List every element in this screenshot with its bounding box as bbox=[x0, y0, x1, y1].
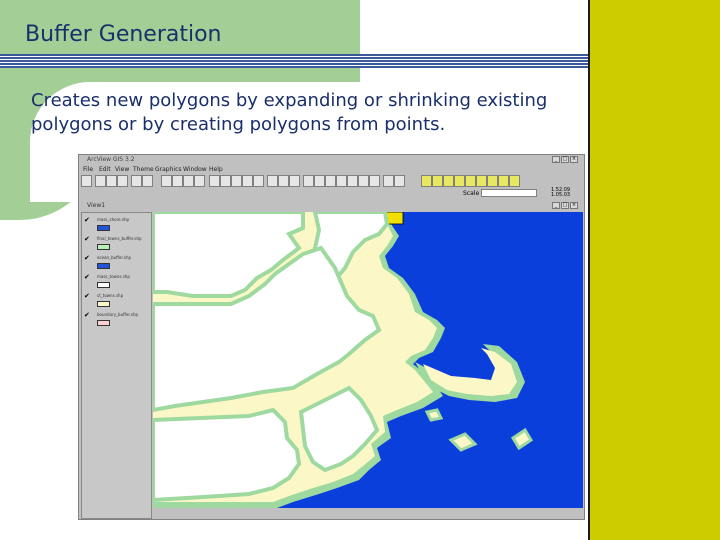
checkmark-icon[interactable]: ✔ bbox=[84, 235, 90, 243]
view-title: View1 bbox=[87, 202, 106, 209]
tool-ext-1-icon[interactable] bbox=[421, 175, 432, 187]
title-rule bbox=[0, 54, 588, 68]
view-titlebar: View1 _ □ × bbox=[79, 201, 584, 210]
tool-zoom-full-icon[interactable] bbox=[231, 175, 242, 187]
legend-swatch bbox=[97, 301, 110, 307]
tool-pan-icon[interactable] bbox=[325, 175, 336, 187]
tool-zoom-selected-icon[interactable] bbox=[253, 175, 264, 187]
checkmark-icon[interactable]: ✔ bbox=[84, 254, 90, 262]
tool-legend-icon[interactable] bbox=[117, 175, 128, 187]
legend-name: boundary_buffer.shp bbox=[97, 312, 139, 317]
tool-vertex-icon[interactable] bbox=[314, 175, 325, 187]
legend-swatch bbox=[97, 263, 110, 269]
menu-help[interactable]: Help bbox=[209, 166, 223, 173]
menu-graphics[interactable]: Graphics bbox=[155, 166, 182, 173]
minimize-icon[interactable]: _ bbox=[552, 156, 560, 163]
view-close-icon[interactable]: × bbox=[570, 202, 578, 209]
coord-y: 1.05.03 bbox=[551, 192, 571, 198]
tool-zoom-out-icon[interactable] bbox=[278, 175, 289, 187]
status-bar bbox=[153, 509, 583, 519]
tool-locate-icon[interactable] bbox=[194, 175, 205, 187]
decor-yellow-sidebar bbox=[588, 0, 720, 540]
toolbar bbox=[81, 175, 581, 189]
slide-title: Buffer Generation bbox=[25, 22, 222, 47]
legend-swatch bbox=[97, 282, 110, 288]
tool-table-icon[interactable] bbox=[131, 175, 142, 187]
view-maximize-icon[interactable]: □ bbox=[561, 202, 569, 209]
map-svg bbox=[153, 212, 583, 508]
maximize-icon[interactable]: □ bbox=[561, 156, 569, 163]
checkmark-icon[interactable]: ✔ bbox=[84, 311, 90, 319]
tool-clear-select-icon[interactable] bbox=[220, 175, 231, 187]
tool-measure-icon[interactable] bbox=[336, 175, 347, 187]
legend-swatch bbox=[97, 244, 110, 250]
tool-ext-8-icon[interactable] bbox=[498, 175, 509, 187]
tool-ext-2-icon[interactable] bbox=[432, 175, 443, 187]
checkmark-icon[interactable]: ✔ bbox=[84, 216, 90, 224]
tool-hotlink-icon[interactable] bbox=[347, 175, 358, 187]
map-canvas[interactable] bbox=[153, 212, 583, 508]
tool-find-icon[interactable] bbox=[183, 175, 194, 187]
tool-ext-3-icon[interactable] bbox=[443, 175, 454, 187]
legend-name: ct_towns.shp bbox=[97, 293, 124, 298]
menu-edit[interactable]: Edit bbox=[99, 166, 111, 173]
tool-ext-5-icon[interactable] bbox=[465, 175, 476, 187]
tool-ext-6-icon[interactable] bbox=[476, 175, 487, 187]
view-minimize-icon[interactable]: _ bbox=[552, 202, 560, 209]
tool-ext-7-icon[interactable] bbox=[487, 175, 498, 187]
arcview-window-screenshot: ArcView GIS 3.2 _ □ × File Edit View The… bbox=[78, 154, 585, 520]
legend-name: mass_towns.shp bbox=[97, 274, 130, 279]
tool-area-icon[interactable] bbox=[358, 175, 369, 187]
checkmark-icon[interactable]: ✔ bbox=[84, 292, 90, 300]
tool-chart-icon[interactable] bbox=[142, 175, 153, 187]
scale-bar-row: Scale 1: 1.52.09 1.05.03 bbox=[81, 188, 581, 199]
tool-pointer-icon[interactable] bbox=[303, 175, 314, 187]
tool-layout-icon[interactable] bbox=[394, 175, 405, 187]
tool-zoom-active-icon[interactable] bbox=[242, 175, 253, 187]
app-title: ArcView GIS 3.2 bbox=[87, 156, 135, 163]
tool-identify-icon[interactable] bbox=[161, 175, 172, 187]
tool-text-icon[interactable] bbox=[369, 175, 380, 187]
tool-query-icon[interactable] bbox=[172, 175, 183, 187]
menu-bar: File Edit View Theme Graphics Window Hel… bbox=[79, 165, 584, 174]
checkmark-icon[interactable]: ✔ bbox=[84, 273, 90, 281]
legend-name: mass_shore.shp bbox=[97, 217, 130, 222]
tool-save-icon[interactable] bbox=[81, 175, 92, 187]
legend-name: ocean_buffer.shp bbox=[97, 255, 132, 260]
menu-theme[interactable]: Theme bbox=[133, 166, 154, 173]
slide-body-text: Creates new polygons by expanding or shr… bbox=[31, 90, 548, 135]
menu-window[interactable]: Window bbox=[183, 166, 207, 173]
scale-input[interactable] bbox=[481, 189, 537, 197]
legend-name: final_towns_buffer.shp bbox=[97, 236, 142, 241]
tool-theme-props-icon[interactable] bbox=[106, 175, 117, 187]
app-titlebar: ArcView GIS 3.2 _ □ × bbox=[79, 155, 584, 165]
legend-swatch bbox=[97, 225, 110, 231]
close-icon[interactable]: × bbox=[570, 156, 578, 163]
coordinate-readout: 1.52.09 1.05.03 bbox=[551, 188, 570, 198]
tool-ext-4-icon[interactable] bbox=[454, 175, 465, 187]
tool-select-icon[interactable] bbox=[209, 175, 220, 187]
island-3 bbox=[424, 408, 444, 422]
tool-help-icon[interactable] bbox=[383, 175, 394, 187]
tool-ext-9-icon[interactable] bbox=[509, 175, 520, 187]
tool-add-theme-icon[interactable] bbox=[95, 175, 106, 187]
legend-swatch bbox=[97, 320, 110, 326]
table-of-contents: ✔ mass_shore.shp ✔ final_towns_buffer.sh… bbox=[81, 212, 152, 519]
tool-zoom-in-icon[interactable] bbox=[267, 175, 278, 187]
menu-view[interactable]: View bbox=[115, 166, 129, 173]
tool-zoom-prev-icon[interactable] bbox=[289, 175, 300, 187]
menu-file[interactable]: File bbox=[83, 166, 93, 173]
